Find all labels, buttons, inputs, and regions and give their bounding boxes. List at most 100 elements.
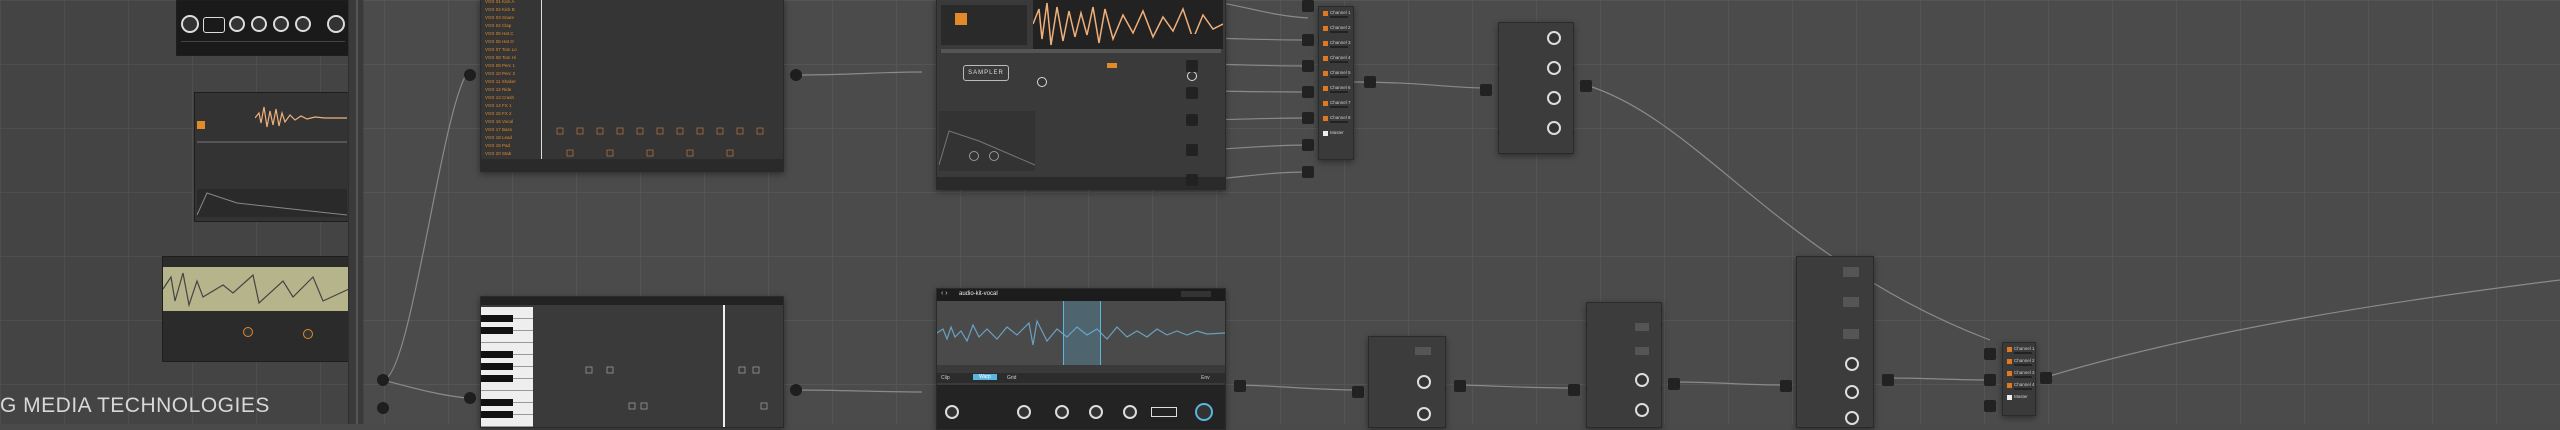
browser-list-item[interactable]: VOX 11 Shaker	[485, 79, 516, 84]
node-port[interactable]	[790, 69, 802, 81]
selected-pad[interactable]	[955, 13, 967, 25]
output-port[interactable]	[1186, 87, 1198, 99]
output-port[interactable]	[1186, 114, 1198, 126]
output-port[interactable]	[1580, 80, 1592, 92]
mixer-channel[interactable]: Channel 5	[1323, 70, 1351, 78]
piano-black-key[interactable]	[481, 327, 513, 334]
input-port[interactable]	[1302, 86, 1314, 98]
thumbnail-sampler[interactable]	[194, 92, 350, 222]
mixer-channel[interactable]: Channel 8	[1323, 115, 1351, 123]
tab-warp[interactable]: Warp	[973, 374, 997, 380]
audio-clip-device[interactable]: ‹ › audio-kit-vocal Clip Warp Grid Env	[936, 288, 1226, 430]
output-port[interactable]	[1186, 2, 1198, 14]
input-port[interactable]	[1568, 384, 1580, 396]
input-port[interactable]	[1480, 84, 1492, 96]
piano-black-key[interactable]	[481, 411, 513, 418]
thumbnail-audio-editor[interactable]	[162, 256, 350, 362]
browser-list-item[interactable]: VOX 15 FX 2	[485, 111, 512, 116]
mixer-channel[interactable]: Channel 3	[1323, 40, 1351, 48]
mode-button[interactable]	[1843, 329, 1859, 339]
channel-fader[interactable]	[2014, 364, 2032, 366]
browser-list-item[interactable]: VOX 09 Perc 1	[485, 63, 515, 68]
browser-list-item[interactable]: VOX 13 Crash	[485, 95, 514, 100]
piano-roll-device[interactable]	[480, 296, 784, 428]
output-port[interactable]	[1668, 378, 1680, 390]
mixer-channel[interactable]: Channel 6	[1323, 85, 1351, 93]
clip-waveform[interactable]	[936, 301, 1226, 365]
browser-list-item[interactable]: VOX 06 Hat O	[485, 39, 514, 44]
channel-fader[interactable]	[1330, 16, 1348, 18]
mode-button[interactable]	[1151, 407, 1177, 417]
browser-list-item[interactable]: VOX 03 Snare	[485, 15, 514, 20]
output-port[interactable]	[2040, 372, 2052, 384]
effect-device-top[interactable]	[1498, 22, 1574, 154]
browser-list-item[interactable]: VOX 07 Tom Lo	[485, 47, 517, 52]
input-port[interactable]	[1302, 0, 1314, 12]
output-port[interactable]	[1186, 144, 1198, 156]
mixer-device-top[interactable]: Channel 1 Channel 2 Channel 3 Channel 4 Chan…	[1318, 6, 1354, 160]
effect-device-2[interactable]	[1586, 302, 1662, 428]
browser-list-item[interactable]: VOX 02 Kick B	[485, 7, 515, 12]
input-port[interactable]	[1780, 380, 1792, 392]
channel-fader[interactable]	[1330, 106, 1348, 108]
output-port[interactable]	[1186, 60, 1198, 72]
mode-button[interactable]	[1415, 347, 1431, 355]
channel-fader[interactable]	[1330, 61, 1348, 63]
node-port[interactable]	[377, 374, 389, 386]
node-port[interactable]	[377, 402, 389, 414]
browser-list-item[interactable]: VOX 17 Bass	[485, 127, 512, 132]
browser-list-item[interactable]: VOX 04 Clap	[485, 23, 511, 28]
mode-button[interactable]	[1843, 267, 1859, 277]
input-port[interactable]	[1352, 386, 1364, 398]
input-port[interactable]	[1302, 112, 1314, 124]
browser-list-item[interactable]: VOX 18 Lead	[485, 135, 512, 140]
node-port[interactable]	[464, 69, 476, 81]
mixer-channel[interactable]: Channel 7	[1323, 100, 1351, 108]
input-port[interactable]	[1302, 60, 1314, 72]
browser-list-item[interactable]: VOX 19 Pad	[485, 143, 510, 148]
piano-keyboard[interactable]	[481, 307, 533, 427]
output-port[interactable]	[1364, 76, 1376, 88]
mixer-device-bottom[interactable]: Channel 1 Channel 2 Channel 3 Channel 4 Mast…	[2002, 342, 2036, 416]
mixer-channel[interactable]: Channel 1	[2007, 346, 2035, 354]
channel-fader[interactable]	[1330, 31, 1348, 33]
piano-black-key[interactable]	[481, 315, 513, 322]
mode-button[interactable]	[1843, 297, 1859, 307]
mode-button[interactable]	[1635, 347, 1649, 355]
loop-region[interactable]	[1063, 301, 1101, 365]
mixer-channel[interactable]: Channel 1	[1323, 10, 1351, 18]
input-port[interactable]	[1984, 374, 1996, 386]
mixer-channel[interactable]: Channel 2	[1323, 25, 1351, 33]
browser-list-item[interactable]: VOX 08 Tom Hi	[485, 55, 516, 60]
channel-fader[interactable]	[2014, 376, 2032, 378]
input-port[interactable]	[1984, 400, 1996, 412]
output-port[interactable]	[1234, 380, 1246, 392]
output-port[interactable]	[1186, 34, 1198, 46]
tab-grid[interactable]: Grid	[1007, 375, 1016, 381]
input-port[interactable]	[1302, 139, 1314, 151]
effect-device-1[interactable]	[1368, 336, 1446, 428]
channel-fader[interactable]	[1330, 121, 1348, 123]
node-port[interactable]	[790, 384, 802, 396]
node-port[interactable]	[464, 392, 476, 404]
browser-list-item[interactable]: VOX 01 Kick A	[485, 0, 515, 4]
piano-black-key[interactable]	[481, 351, 513, 358]
browser-list-item[interactable]: VOX 10 Perc 2	[485, 71, 515, 76]
piano-black-key[interactable]	[481, 363, 513, 370]
output-port[interactable]	[1882, 374, 1894, 386]
input-port[interactable]	[1302, 34, 1314, 46]
effect-device-3[interactable]	[1796, 256, 1874, 428]
browser-device[interactable]: VOX 01 Kick A VOX 02 Kick B VOX 03 Snare VO…	[480, 0, 784, 172]
browser-list-item[interactable]: VOX 14 FX 1	[485, 103, 512, 108]
browser-list-item[interactable]: VOX 05 Hat C	[485, 31, 514, 36]
zoom-control[interactable]	[1181, 291, 1211, 297]
input-port[interactable]	[1984, 348, 1996, 360]
tab-env[interactable]: Env	[1201, 375, 1210, 381]
piano-black-key[interactable]	[481, 399, 513, 406]
channel-fader[interactable]	[1330, 46, 1348, 48]
mixer-master[interactable]: Master	[2007, 394, 2033, 401]
channel-fader[interactable]	[2014, 352, 2032, 354]
back-icon[interactable]: ‹ ›	[941, 290, 948, 297]
thumbnail-drum-machine[interactable]	[176, 0, 350, 56]
browser-list-item[interactable]: VOX 20 Stab	[485, 151, 511, 156]
